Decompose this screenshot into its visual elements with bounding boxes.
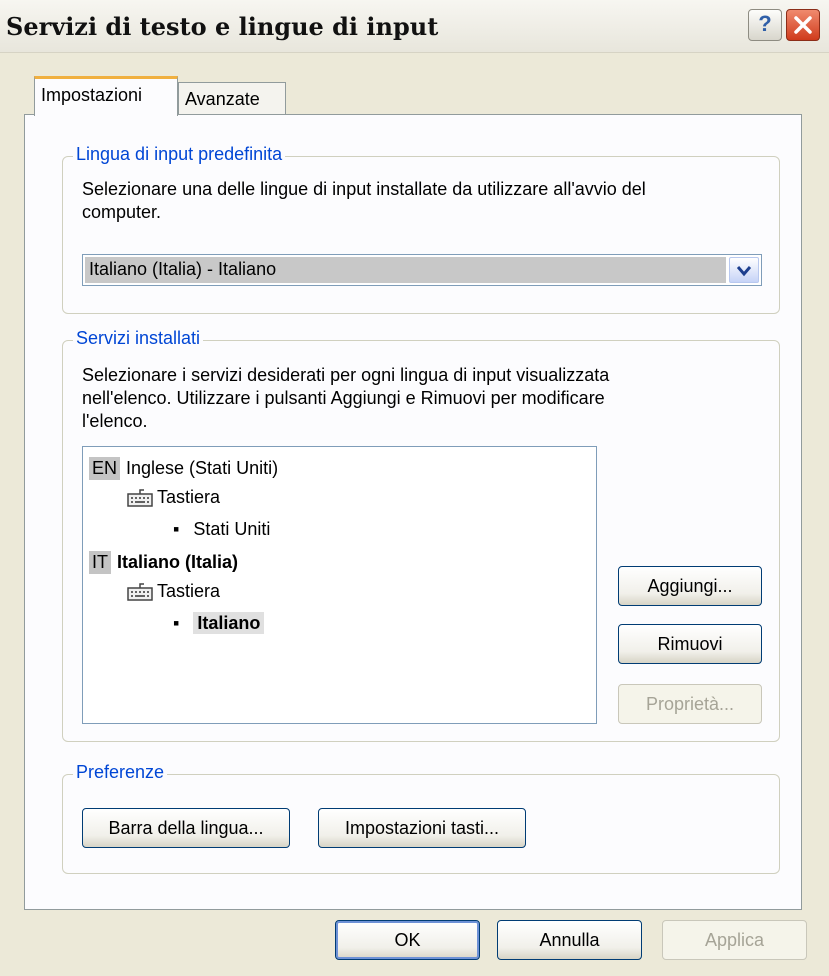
list-item-layout-it[interactable]: ▪ Italiano [173,612,265,634]
ok-button[interactable]: OK [335,920,480,960]
bullet-icon: ▪ [173,519,180,539]
layout-label: Stati Uniti [193,519,271,539]
close-button[interactable] [786,9,820,41]
window-title: Servizi di testo e lingue di input [6,12,439,41]
language-name: Italiano (Italia) [117,552,239,572]
dropdown-arrow-button[interactable] [729,257,759,283]
default-language-legend: Lingua di input predefinita [73,144,286,165]
tab-avanzate[interactable]: Avanzate [178,82,286,116]
installed-services-description-line1: Selezionare i servizi desiderati per ogn… [82,365,610,385]
cancel-button[interactable]: Annulla [497,920,642,960]
properties-button[interactable]: Proprietà... [618,684,762,724]
list-item-category-en[interactable]: Tastiera [127,487,220,508]
list-item-category-it[interactable]: Tastiera [127,581,220,602]
keyboard-icon [127,583,153,601]
category-label: Tastiera [157,581,221,601]
installed-services-legend: Servizi installati [73,328,204,349]
help-button[interactable]: ? [748,9,782,41]
help-icon: ? [758,11,772,36]
preferences-legend: Preferenze [73,762,168,783]
list-item-language-en[interactable]: EN Inglese (Stati Uniti) [89,457,278,480]
language-bar-button[interactable]: Barra della lingua... [82,808,290,848]
title-bar: Servizi di testo e lingue di input ? [0,0,829,53]
tab-impostazioni[interactable]: Impostazioni [34,76,178,116]
keyboard-icon [127,489,153,507]
default-language-selected: Italiano (Italia) - Italiano [85,257,726,283]
default-language-description-line1: Selezionare una delle lingue di input in… [82,179,646,199]
key-settings-button[interactable]: Impostazioni tasti... [318,808,526,848]
apply-button[interactable]: Applica [662,920,807,960]
remove-button[interactable]: Rimuovi [618,624,762,664]
installed-services-description-line2: nell'elenco. Utilizzare i pulsanti Aggiu… [82,388,605,408]
list-item-layout-en[interactable]: ▪ Stati Uniti [173,519,270,540]
close-icon [794,16,812,34]
language-code-badge: EN [89,457,121,480]
language-name: Inglese (Stati Uniti) [126,458,279,478]
chevron-down-icon [737,266,751,277]
add-button[interactable]: Aggiungi... [618,566,762,606]
default-language-select[interactable]: Italiano (Italia) - Italiano [82,254,762,286]
bullet-icon: ▪ [173,613,180,633]
language-code-badge: IT [89,551,111,574]
installed-services-list[interactable]: EN Inglese (Stati Uniti) Tastiera ▪ Stati … [82,446,597,724]
layout-label-selected: Italiano [193,612,265,634]
installed-services-description-line3: l'elenco. [82,411,148,431]
default-language-description-line2: computer. [82,202,162,222]
category-label: Tastiera [157,487,221,507]
list-item-language-it[interactable]: IT Italiano (Italia) [89,551,238,574]
